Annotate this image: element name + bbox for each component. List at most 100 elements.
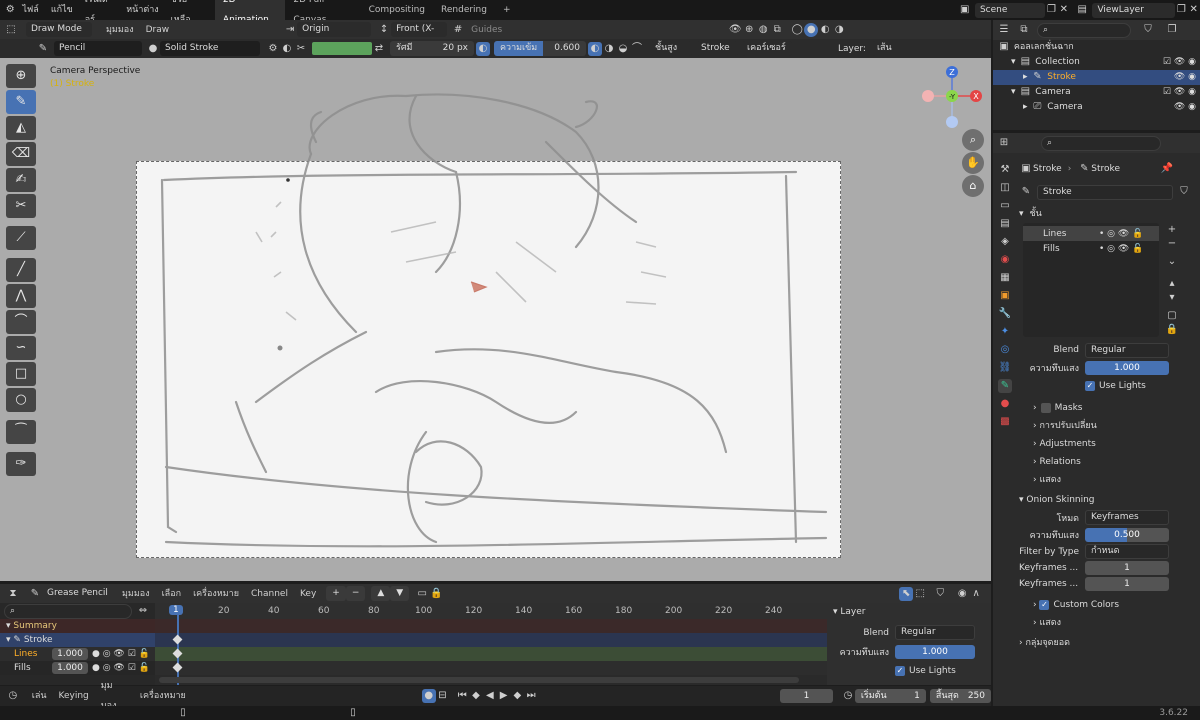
proportional-icon[interactable]: ◉	[955, 587, 969, 601]
use-lights-checkbox[interactable]: ✓	[1085, 381, 1095, 391]
display-mode-icon[interactable]: ⧉	[1017, 23, 1031, 37]
scene-tab-icon[interactable]: ◈	[998, 235, 1012, 249]
current-frame-field[interactable]: 1	[779, 689, 834, 703]
material-selector[interactable]: Solid Stroke	[160, 41, 260, 56]
auto-keying-icon[interactable]: ●	[421, 689, 436, 703]
tab-compositing[interactable]: Compositing	[361, 0, 433, 20]
tool-draw-icon[interactable]: ✎	[6, 90, 36, 114]
visual-effects-tab-icon[interactable]: ✦	[998, 325, 1012, 339]
use-lights-row[interactable]: ✓ Use Lights	[1019, 377, 1197, 395]
vertex-groups-header[interactable]: › กลุ่มจุดยอด	[1019, 634, 1197, 652]
menu-key[interactable]: Key	[294, 584, 322, 604]
layer-row-fills[interactable]: Fills • ◎ 👁 🔓	[1023, 241, 1159, 256]
channel-summary[interactable]: ▾ Summary	[0, 619, 155, 633]
layer-row-lines[interactable]: Lines • ◎ 👁 🔓	[1023, 226, 1159, 241]
tool-interpolate-icon[interactable]: ⁀	[6, 420, 36, 444]
menu-view[interactable]: มุมมอง	[116, 584, 156, 604]
datablock-name-field[interactable]: Stroke	[1037, 184, 1173, 200]
tool-cursor-icon[interactable]: ⊕	[6, 64, 36, 88]
display-subpanel[interactable]: › แสดง	[1019, 471, 1197, 489]
editor-type-icon[interactable]: ⬚	[4, 23, 18, 37]
swap-colors-icon[interactable]: ⇄	[372, 42, 386, 56]
menu-select[interactable]: เลือก	[156, 584, 187, 604]
navigation-gizmo[interactable]: Z X -Y	[918, 64, 984, 130]
lock-icon[interactable]: 🔒	[429, 587, 443, 601]
menu-window[interactable]: หน้าต่าง	[120, 0, 164, 20]
pressure-radius-icon[interactable]: ◐	[476, 41, 490, 56]
move-down-button[interactable]: ▼	[390, 586, 410, 601]
custom-colors-subpanel[interactable]: › ✓ Custom Colors	[1019, 596, 1197, 614]
tool-polyline-icon[interactable]: ⋀	[6, 284, 36, 308]
tool-eyedropper-icon[interactable]: ⟋	[6, 226, 36, 250]
keyframes-after-field[interactable]: 1	[1085, 577, 1169, 591]
channel-fills[interactable]: Fills 1.000 ● ◎ 👁 ☑ 🔓	[0, 661, 155, 675]
physics-tab-icon[interactable]: ◎	[998, 343, 1012, 357]
tool-tab-icon[interactable]: ⚒	[998, 163, 1012, 177]
layer-row-icons[interactable]: • ◎ 👁 🔓	[1099, 229, 1143, 239]
remove-layer-icon[interactable]: −	[1165, 237, 1179, 251]
lock-layer-icon[interactable]: 🔒	[1165, 323, 1179, 337]
outliner-editor-icon[interactable]: ☰	[997, 23, 1011, 37]
add-layer-button[interactable]: +	[326, 586, 346, 601]
panel-use-lights-checkbox[interactable]: ✓	[895, 665, 905, 676]
shading-material-icon[interactable]: ◐	[818, 23, 832, 37]
masks-checkbox[interactable]	[1040, 403, 1051, 413]
custom-colors-checkbox[interactable]: ✓	[1039, 600, 1050, 610]
expand-arrow-icon[interactable]: ▸	[1023, 102, 1028, 112]
object-tab-icon[interactable]: ▣	[998, 289, 1012, 303]
outliner-row-scene-collection[interactable]: ▣ คอลเลกชั่นฉาก	[993, 40, 1200, 55]
channel-stroke[interactable]: ▾ ✎ Stroke	[0, 633, 155, 647]
pin-icon[interactable]: 📌	[1160, 162, 1174, 176]
blender-logo-icon[interactable]: ⚙	[4, 3, 16, 17]
strength-field[interactable]: ความเข้ม 0.600	[494, 41, 586, 56]
filter-type-dropdown[interactable]: กำหนด	[1085, 544, 1169, 559]
world-tab-icon[interactable]: ◉	[998, 253, 1012, 267]
sync-icon[interactable]: ⇔	[136, 604, 150, 618]
tool-arc-icon[interactable]: ⌒	[6, 310, 36, 334]
layer-row-icons[interactable]: • ◎ 👁 🔓	[1099, 244, 1143, 254]
menu-draw[interactable]: Draw	[140, 20, 176, 40]
filter-icon[interactable]: ⛉	[933, 587, 947, 601]
onion-display-subpanel[interactable]: › แสดง	[1019, 614, 1197, 632]
tool-erase-icon[interactable]: ⌫	[6, 142, 36, 166]
cursor-selector[interactable]: เคอร์เซอร์	[742, 41, 792, 56]
zoom-icon[interactable]: ⌕	[962, 129, 984, 151]
channel-toggle-icons[interactable]: ● ◎ 👁 ☑ 🔓	[92, 663, 150, 673]
shading-solid-icon[interactable]: ●	[804, 22, 819, 37]
isolate-layer-icon[interactable]: ▢	[1165, 309, 1179, 323]
keyframes-before-field[interactable]: 1	[1085, 561, 1169, 575]
copy-viewlayer-icon[interactable]: ❐	[1175, 3, 1187, 17]
fake-user-icon[interactable]: ⛉	[1177, 185, 1191, 199]
tool-tint-icon[interactable]: ✍	[6, 168, 36, 192]
move-layer-up-icon[interactable]: ▴	[1165, 277, 1179, 291]
texture-tab-icon[interactable]: ▩	[998, 415, 1012, 429]
origin-selector[interactable]: Origin	[297, 22, 372, 37]
play-icon[interactable]: ▶	[497, 689, 511, 703]
dopesheet-mode-selector[interactable]: Grease Pencil	[42, 586, 116, 601]
masks-subpanel[interactable]: › Masks	[1019, 399, 1197, 417]
channel-opacity-field[interactable]: 1.000	[52, 648, 88, 660]
menu-file[interactable]: ไฟล์	[16, 0, 44, 20]
add-layer-icon[interactable]: +	[1165, 223, 1179, 237]
menu-playback[interactable]: เล่น	[26, 686, 53, 706]
constraints-tab-icon[interactable]: ⛓	[998, 361, 1012, 375]
tool-curve-icon[interactable]: ∽	[6, 336, 36, 360]
expand-arrow-icon[interactable]: ▸	[1023, 72, 1028, 82]
onion-skinning-header[interactable]: ▾ Onion Skinning	[1019, 491, 1197, 509]
row-visibility-icons[interactable]: ☑ 👁 ◉	[1163, 55, 1196, 70]
panel-blend-dropdown[interactable]: Regular	[895, 625, 975, 640]
jump-end-icon[interactable]: ⏭	[524, 689, 538, 703]
dopesheet-editor-icon[interactable]: ⧗	[6, 587, 20, 601]
frame-ruler[interactable]: 1 20 40 60 80 100 120 140 160 180 200 22…	[155, 603, 827, 619]
viewlayer-selector[interactable]: ViewLayer	[1092, 2, 1176, 18]
channel-lines[interactable]: Lines 1.000 ● ◎ 👁 ☑ 🔓	[0, 647, 155, 661]
shading-rendered-icon[interactable]: ◑	[832, 23, 846, 37]
brush-selector[interactable]: Pencil	[54, 41, 142, 56]
pan-hand-icon[interactable]: ✋	[962, 152, 984, 174]
box-select-icon[interactable]: ⬚	[913, 587, 927, 601]
channel-opacity-field[interactable]: 1.000	[52, 662, 88, 674]
menu-keying[interactable]: Keying	[53, 686, 95, 706]
gizmo-icon[interactable]: ⊕	[742, 23, 756, 37]
menu-view[interactable]: มุมมอง	[100, 20, 140, 40]
scene-selector[interactable]: Scene	[974, 2, 1046, 18]
